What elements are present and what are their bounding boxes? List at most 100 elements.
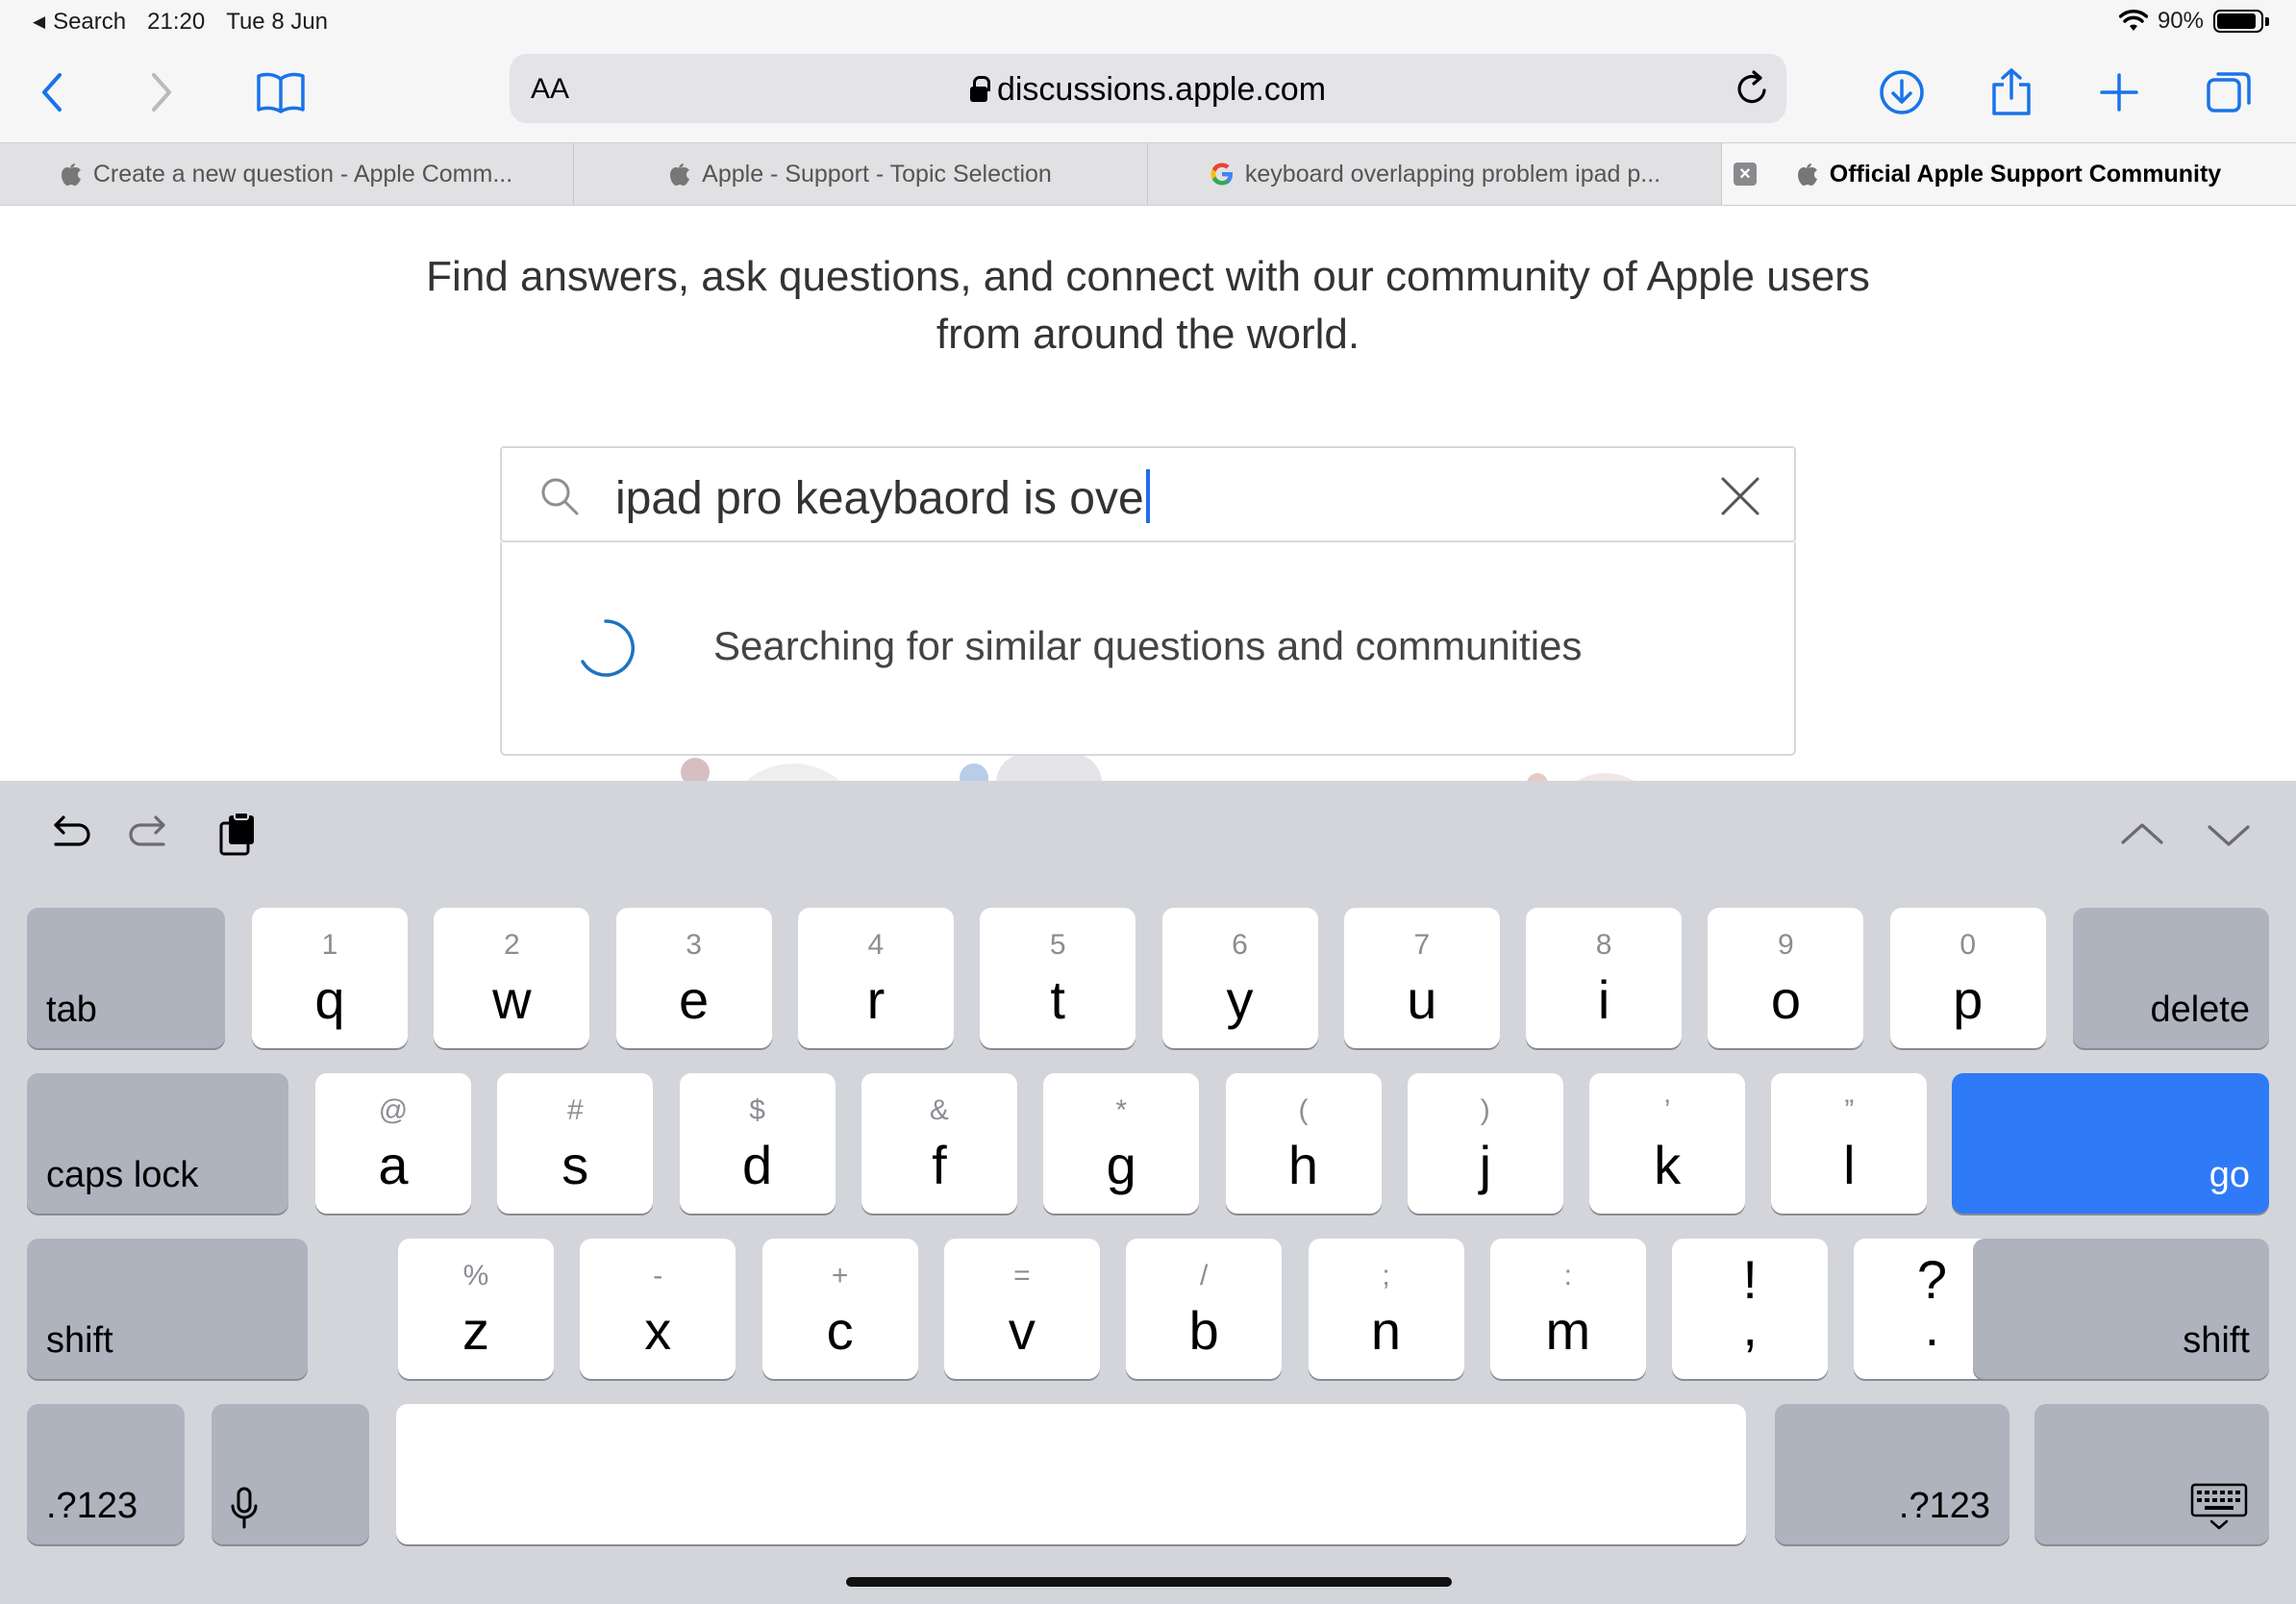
decorative-avatar: [996, 754, 1102, 781]
key-w[interactable]: 2w: [434, 908, 590, 1048]
clear-search-icon[interactable]: [1717, 473, 1763, 519]
back-to-app-icon[interactable]: ◀: [33, 13, 45, 32]
key-a[interactable]: @ a: [315, 1073, 471, 1214]
key-s[interactable]: # s: [497, 1073, 654, 1214]
key-secondary-label: &: [929, 1094, 949, 1126]
key-primary-label: ,: [1742, 1296, 1758, 1357]
shift-key-label: shift: [46, 1320, 113, 1361]
bookmarks-button[interactable]: [250, 62, 312, 123]
key-g[interactable]: * g: [1043, 1073, 1200, 1214]
paste-icon[interactable]: [212, 808, 265, 862]
downloads-button[interactable]: [1871, 62, 1933, 123]
decorative-avatar: [1548, 773, 1663, 781]
chevron-down-icon[interactable]: [2202, 808, 2256, 862]
key-y[interactable]: 6y: [1161, 908, 1318, 1048]
key-e[interactable]: 3e: [615, 908, 772, 1048]
key-secondary-label: ”: [1844, 1094, 1855, 1126]
key-primary-label: a: [378, 1135, 409, 1195]
intro-line-2: from around the world.: [936, 311, 1360, 358]
key-p[interactable]: 0p: [1889, 908, 2046, 1048]
new-tab-button[interactable]: [2088, 62, 2150, 123]
tab-key[interactable]: tab: [27, 908, 225, 1048]
key-primary-label: p: [1953, 969, 1984, 1030]
key-b[interactable]: / b: [1126, 1239, 1283, 1379]
address-bar[interactable]: AA discussions.apple.com: [510, 54, 1786, 123]
numbers-key-right[interactable]: .?123: [1775, 1404, 2009, 1544]
search-input[interactable]: ipad pro keaybaord is ove: [615, 469, 1150, 525]
redo-icon[interactable]: [125, 808, 179, 862]
search-suggestions-panel: Searching for similar questions and comm…: [500, 542, 1796, 756]
key-secondary-label: =: [1013, 1260, 1031, 1291]
key-v[interactable]: = v: [943, 1239, 1100, 1379]
key-primary-label: n: [1370, 1300, 1402, 1361]
shift-key-left[interactable]: shift: [27, 1239, 308, 1379]
tab-create-question[interactable]: Create a new question - Apple Comm...: [0, 143, 574, 205]
reload-icon[interactable]: [1733, 69, 1771, 108]
key-primary-label: e: [679, 969, 710, 1030]
key-q[interactable]: 1q: [252, 908, 408, 1048]
plus-icon: [2100, 73, 2138, 112]
key-primary-label: x: [644, 1300, 672, 1361]
key-c[interactable]: + c: [761, 1239, 918, 1379]
shift-key-right[interactable]: shift: [1973, 1239, 2269, 1379]
key-secondary-label: 1: [321, 929, 338, 961]
key-j[interactable]: ) j: [1407, 1073, 1563, 1214]
decorative-dot: [681, 758, 710, 781]
tab-overview-button[interactable]: [2198, 62, 2259, 123]
url-text: discussions.apple.com: [996, 71, 1327, 108]
numbers-key-label: .?123: [1898, 1486, 1990, 1526]
go-key[interactable]: go: [1952, 1073, 2269, 1214]
key-m[interactable]: :m: [1489, 1239, 1646, 1379]
key-x[interactable]: -x: [580, 1239, 736, 1379]
forward-button[interactable]: [131, 62, 192, 123]
key-k[interactable]: ’ k: [1589, 1073, 1746, 1214]
key-primary-label: y: [1226, 969, 1254, 1030]
numbers-key-left[interactable]: .?123: [27, 1404, 185, 1544]
key-h[interactable]: (h: [1225, 1073, 1382, 1214]
battery-percent: 90%: [2157, 8, 2204, 34]
chevron-up-icon[interactable]: [2115, 808, 2169, 862]
space-bar[interactable]: [396, 1404, 1746, 1544]
url-display[interactable]: discussions.apple.com: [510, 71, 1786, 109]
key-u[interactable]: 7u: [1343, 908, 1500, 1048]
key-comma[interactable]: !,: [1672, 1239, 1829, 1379]
tab-title: keyboard overlapping problem ipad p...: [1244, 160, 1661, 188]
key-secondary-label: %: [462, 1260, 489, 1291]
community-search-box[interactable]: ipad pro keaybaord is ove: [500, 446, 1796, 542]
hide-keyboard-key[interactable]: [2034, 1404, 2269, 1544]
wifi-icon: [2118, 10, 2148, 31]
share-button[interactable]: [1981, 62, 2042, 123]
key-f[interactable]: & f: [861, 1073, 1017, 1214]
delete-key[interactable]: delete: [2073, 908, 2269, 1048]
download-circle-icon: [1880, 70, 1924, 114]
undo-icon[interactable]: [40, 808, 94, 862]
key-primary-label: b: [1188, 1300, 1219, 1361]
tab-official-community[interactable]: × Official Apple Support Community: [1722, 143, 2296, 205]
key-d[interactable]: $ d: [679, 1073, 836, 1214]
key-r[interactable]: 4r: [797, 908, 954, 1048]
key-primary-label: t: [1050, 969, 1065, 1030]
key-secondary-label: :: [1563, 1260, 1572, 1291]
key-secondary-label: 3: [686, 929, 702, 961]
home-indicator[interactable]: [846, 1577, 1452, 1587]
key-t[interactable]: 5t: [980, 908, 1136, 1048]
key-secondary-label: ;: [1382, 1260, 1390, 1291]
dictation-key[interactable]: [212, 1404, 369, 1544]
decorative-dot: [1527, 773, 1548, 781]
back-to-app-label[interactable]: Search: [53, 9, 126, 36]
key-z[interactable]: % z: [398, 1239, 554, 1379]
key-o[interactable]: 9o: [1708, 908, 1864, 1048]
go-key-label: go: [2209, 1155, 2250, 1195]
tab-google-search[interactable]: keyboard overlapping problem ipad p...: [1148, 143, 1722, 205]
tab-title: Apple - Support - Topic Selection: [702, 160, 1052, 188]
key-i[interactable]: 8i: [1526, 908, 1683, 1048]
back-button[interactable]: [21, 62, 83, 123]
caps-lock-key[interactable]: caps lock: [27, 1073, 288, 1214]
close-tab-icon[interactable]: ×: [1734, 163, 1757, 186]
hide-keyboard-icon: [2190, 1483, 2248, 1530]
key-l[interactable]: ” l: [1771, 1073, 1928, 1214]
shift-key-label: shift: [2183, 1320, 2250, 1361]
key-n[interactable]: ; n: [1308, 1239, 1464, 1379]
tab-topic-selection[interactable]: Apple - Support - Topic Selection: [574, 143, 1148, 205]
loading-message: Searching for similar questions and comm…: [713, 623, 1583, 668]
